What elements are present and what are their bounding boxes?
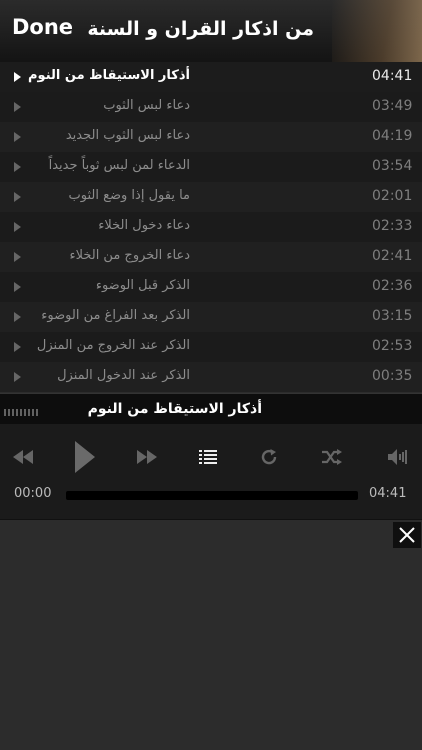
play-indicator-icon [14,222,21,232]
playlist-item-title: أذكار الاستيقاظ من النوم [28,68,190,83]
player-controls: 00:00 04:41 [0,424,422,520]
playlist-item-title: ما يقول إذا وضع الثوب [68,188,190,203]
progress-bar[interactable] [66,491,358,500]
now-playing-title: أذكار الاستيقاظ من النوم [87,401,262,417]
playlist-item-title: الدعاء لمن لبس ثوباً جديداً [48,158,190,173]
page-title: من اذكار القران و السنة [87,18,314,40]
play-indicator-icon [14,192,21,202]
play-indicator-icon [14,372,21,382]
done-button[interactable]: Done [12,15,73,39]
playlist-item[interactable]: دعاء دخول الخلاء 02:33 [0,212,422,243]
close-icon [399,527,415,543]
play-indicator-icon [14,102,21,112]
playlist-item-duration: 02:33 [372,218,413,234]
playlist-item-duration: 02:36 [372,278,413,294]
volume-icon[interactable] [386,442,410,472]
equalizer-icon [4,409,38,416]
playlist-item-title: الذكر عند الدخول المنزل [57,368,190,383]
playlist-item-duration: 03:54 [372,158,413,174]
playlist-item[interactable]: ما يقول إذا وضع الثوب 02:01 [0,182,422,213]
play-indicator-icon [14,162,21,172]
play-indicator-icon [14,252,21,262]
header-decoration [332,0,422,62]
playlist-item-title: الذكر بعد الفراغ من الوضوء [41,308,190,323]
play-icon[interactable] [70,438,98,476]
rewind-icon[interactable] [10,442,36,472]
play-indicator-icon [14,282,21,292]
playlist-item-duration: 04:19 [372,128,413,144]
playlist-item-duration: 03:15 [372,308,413,324]
playlist-item[interactable]: الذكر عند الخروج من المنزل 02:53 [0,332,422,363]
playlist-item-title: دعاء لبس الثوب الجديد [65,128,190,143]
playlist-item[interactable]: الذكر قبل الوضوء 02:36 [0,272,422,303]
playlist-item[interactable]: الذكر عند الدخول المنزل 00:35 [0,362,422,393]
playlist-item-duration: 02:53 [372,338,413,354]
playlist-item-duration: 03:49 [372,98,413,114]
playlist-item[interactable]: أذكار الاستيقاظ من النوم 04:41 [0,62,422,93]
play-indicator-icon [14,342,21,352]
top-bar: Done من اذكار القران و السنة [0,0,422,63]
playlist-item-duration: 02:01 [372,188,413,204]
playlist-item-title: الذكر عند الخروج من المنزل [36,338,190,353]
play-indicator-icon [14,72,21,82]
fast-forward-icon[interactable] [134,442,160,472]
current-time: 00:00 [14,486,52,501]
close-button[interactable] [393,522,421,548]
playlist-item[interactable]: دعاء لبس الثوب 03:49 [0,92,422,123]
playlist-item-title: الذكر قبل الوضوء [95,278,190,293]
total-time: 04:41 [369,486,407,501]
now-playing-bar: أذكار الاستيقاظ من النوم [0,393,422,424]
playlist-item-title: دعاء لبس الثوب [103,98,190,113]
playlist-item[interactable]: دعاء لبس الثوب الجديد 04:19 [0,122,422,153]
play-indicator-icon [14,312,21,322]
playlist-item[interactable]: دعاء الخروج من الخلاء 02:41 [0,242,422,273]
playlist-icon[interactable] [196,442,220,472]
play-indicator-icon [14,132,21,142]
playlist-item-duration: 04:41 [372,68,413,84]
playlist-item[interactable]: الذكر بعد الفراغ من الوضوء 03:15 [0,302,422,333]
repeat-icon[interactable] [257,442,281,472]
playlist: أذكار الاستيقاظ من النوم 04:41 دعاء لبس ال… [0,62,422,393]
playlist-item-duration: 00:35 [372,368,413,384]
playlist-item-duration: 02:41 [372,248,413,264]
empty-content-area [0,520,422,750]
playlist-item-title: دعاء الخروج من الخلاء [69,248,190,263]
playlist-item-title: دعاء دخول الخلاء [98,218,190,233]
playlist-item[interactable]: الدعاء لمن لبس ثوباً جديداً 03:54 [0,152,422,183]
shuffle-icon[interactable] [320,442,344,472]
